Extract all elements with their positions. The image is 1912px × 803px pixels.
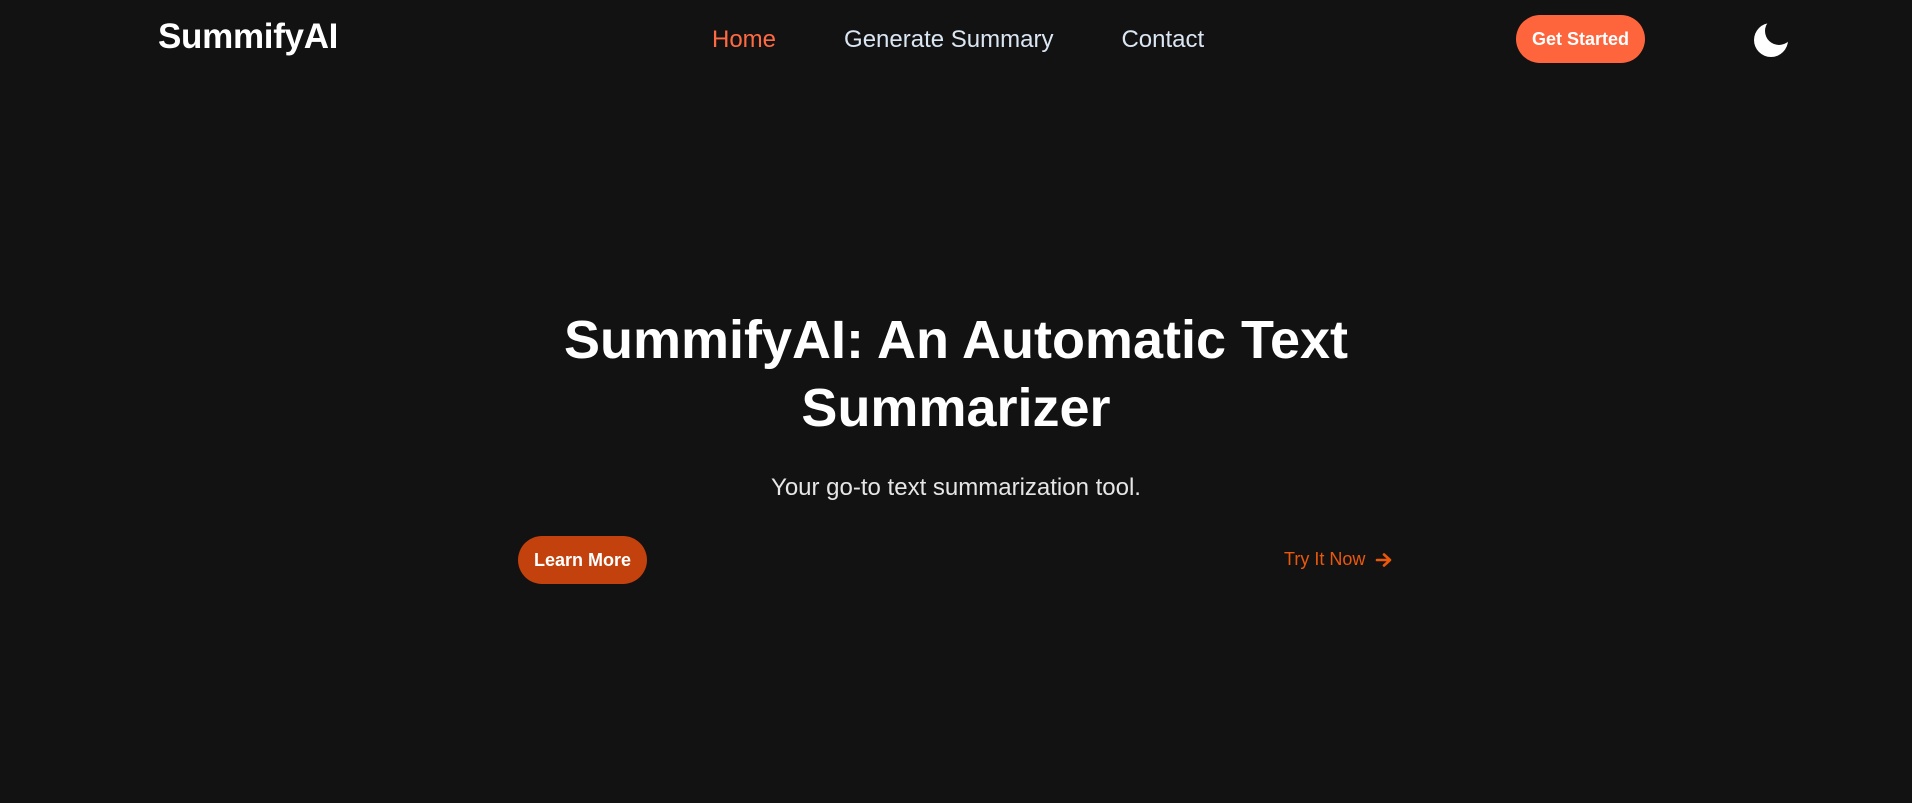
hero-title: SummifyAI: An Automatic Text Summarizer: [456, 306, 1456, 442]
learn-more-button[interactable]: Learn More: [518, 536, 647, 584]
page: SummifyAI Home Generate Summary Contact …: [0, 0, 1912, 803]
hero-section: SummifyAI: An Automatic Text Summarizer …: [0, 0, 1912, 803]
hero-title-line1: SummifyAI: An Automatic Text: [563, 310, 1349, 370]
arrow-right-icon: [1375, 551, 1393, 569]
try-it-now-link[interactable]: Try It Now: [1284, 549, 1393, 570]
hero-title-line2: Summarizer: [801, 378, 1111, 438]
hero-subtitle: Your go-to text summarization tool.: [771, 474, 1141, 501]
try-it-now-label: Try It Now: [1284, 549, 1366, 569]
